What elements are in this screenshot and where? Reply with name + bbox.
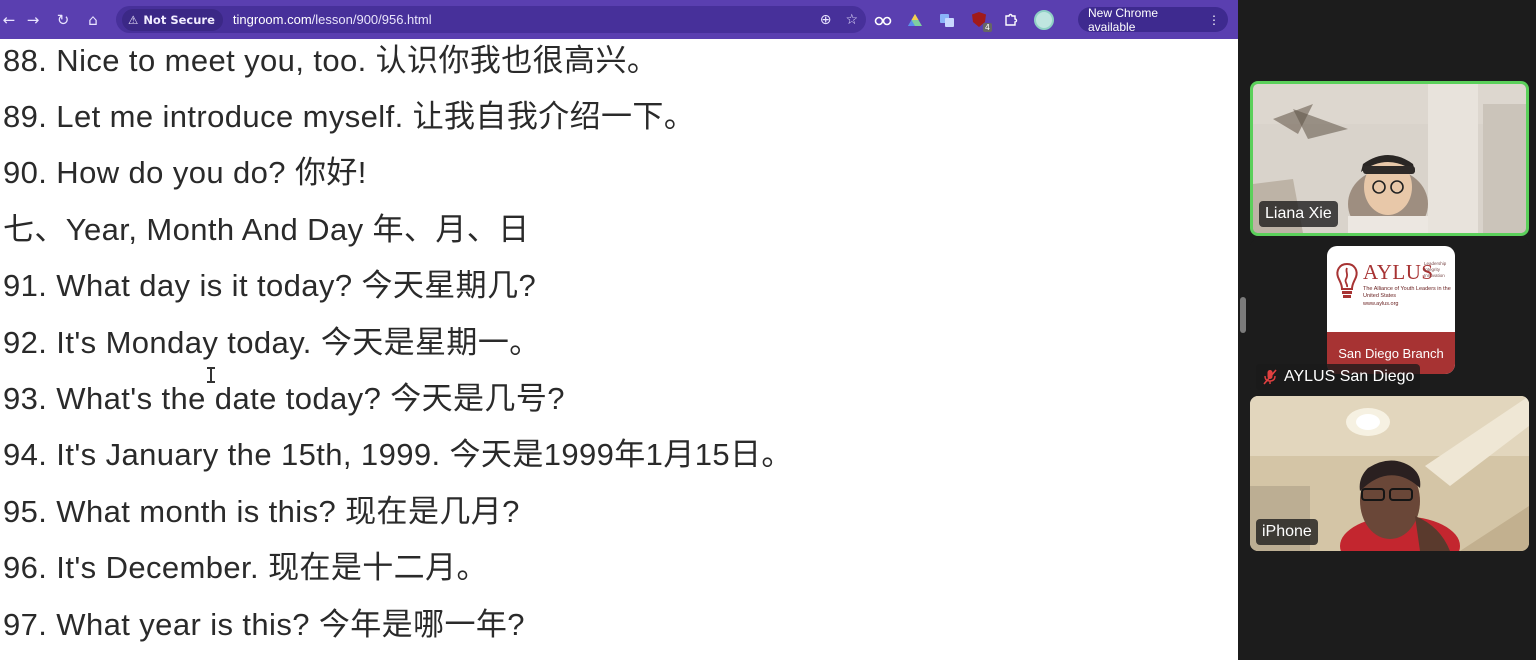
lesson-line: 97. What year is this? 今年是哪一年?	[3, 607, 525, 642]
lesson-line: 89. Let me introduce myself. 让我自我介绍一下。	[3, 99, 696, 134]
puzzle-extensions-icon[interactable]	[1002, 11, 1020, 29]
participant-name: AYLUS San Diego	[1284, 368, 1415, 385]
participant-name-tag: iPhone	[1256, 519, 1318, 545]
logo-tagline: The Alliance of Youth Leaders in the Uni…	[1363, 286, 1453, 308]
bookmark-star-icon[interactable]: ☆	[845, 12, 858, 28]
translate-extension-icon[interactable]	[938, 11, 956, 29]
video-tile-liana-xie[interactable]: Liana Xie	[1250, 81, 1529, 236]
shared-browser-window: ← → ↻ ⌂ ⚠ Not Secure tingroom.com/lesson…	[0, 0, 1238, 660]
participant-gallery: Liana Xie AYLUS Leadership Integrity Inn…	[1248, 0, 1536, 660]
lesson-line: 91. What day is it today? 今天星期几?	[3, 268, 537, 303]
ublock-extension-icon[interactable]: 4	[970, 11, 992, 32]
update-label: New Chrome available	[1088, 5, 1159, 34]
logo-tagline-text: The Alliance of Youth Leaders in the Uni…	[1363, 286, 1451, 299]
logo-word: AYLUS	[1363, 260, 1434, 284]
splitter-handle[interactable]	[1240, 297, 1246, 333]
lesson-line: 93. What's the date today? 今天是几号?	[3, 381, 565, 416]
browser-toolbar: ← → ↻ ⌂ ⚠ Not Secure tingroom.com/lesson…	[0, 0, 1238, 39]
security-label: Not Secure	[143, 12, 215, 27]
address-bar[interactable]: ⚠ Not Secure tingroom.com/lesson/900/956…	[116, 6, 866, 33]
page-content: 88. Nice to meet you, too. 认识你我也很高兴。 89.…	[0, 39, 1238, 660]
video-tile-aylus-san-diego[interactable]: AYLUS Leadership Integrity Innovation Th…	[1250, 239, 1529, 394]
url-domain: tingroom.com	[232, 12, 312, 27]
lesson-line: 96. It's December. 现在是十二月。	[3, 550, 488, 585]
zoom-icon[interactable]: ⊕	[820, 12, 832, 28]
home-icon[interactable]: ⌂	[78, 5, 108, 35]
section-heading: 七、Year, Month And Day 年、月、日	[3, 212, 530, 247]
lesson-line: 88. Nice to meet you, too. 认识你我也很高兴。	[3, 43, 659, 78]
forward-icon[interactable]: →	[18, 5, 48, 35]
warning-icon: ⚠	[128, 12, 139, 27]
url-text[interactable]: tingroom.com/lesson/900/956.html	[233, 12, 432, 27]
back-icon[interactable]: ←	[0, 5, 18, 35]
video-tile-iphone[interactable]: iPhone	[1250, 396, 1529, 551]
lesson-line: 90. How do you do? 你好!	[3, 155, 367, 190]
security-chip[interactable]: ⚠ Not Secure	[122, 8, 223, 31]
participant-name: iPhone	[1262, 523, 1312, 540]
participant-name-tag: AYLUS San Diego	[1256, 364, 1421, 390]
kebab-menu-icon[interactable]: ⋮	[1208, 13, 1220, 27]
url-path: /lesson/900/956.html	[311, 12, 432, 27]
participant-name: Liana Xie	[1265, 205, 1332, 222]
logo-website: www.aylus.org	[1363, 301, 1399, 307]
glasses-extension-icon[interactable]	[874, 11, 892, 29]
lightbulb-logo-icon	[1336, 262, 1358, 298]
profile-avatar[interactable]	[1034, 9, 1054, 30]
extension-badge: 4	[982, 22, 992, 32]
aylus-logo: AYLUS Leadership Integrity Innovation Th…	[1327, 246, 1455, 374]
chrome-update-button[interactable]: New Chrome available ⋮	[1078, 5, 1228, 34]
lesson-line: 94. It's January the 15th, 1999. 今天是1999…	[3, 437, 793, 472]
muted-microphone-icon	[1262, 369, 1278, 385]
reload-icon[interactable]: ↻	[48, 5, 78, 35]
logo-branch: San Diego Branch	[1338, 345, 1444, 361]
screen: ← → ↻ ⌂ ⚠ Not Secure tingroom.com/lesson…	[0, 0, 1536, 660]
lesson-line: 95. What month is this? 现在是几月?	[3, 494, 520, 529]
logo-values: Leadership Integrity Innovation	[1424, 261, 1447, 278]
participant-name-tag: Liana Xie	[1259, 201, 1338, 227]
text-cursor-icon	[207, 367, 215, 383]
drive-extension-icon[interactable]	[906, 11, 924, 29]
lesson-line: 92. It's Monday today. 今天是星期一。	[3, 325, 541, 360]
omnibox-actions: ⊕ ☆	[820, 6, 858, 33]
extensions-area: 4	[874, 7, 1054, 32]
